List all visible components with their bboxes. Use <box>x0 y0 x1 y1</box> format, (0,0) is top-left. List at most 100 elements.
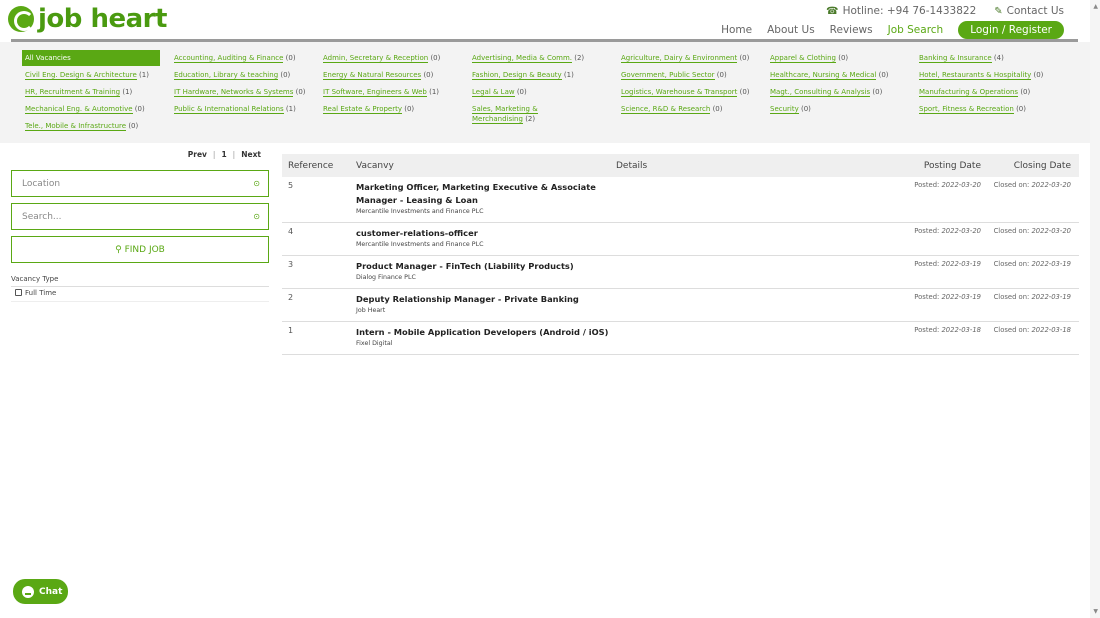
category-link[interactable]: Sport, Fitness & Recreation (0) <box>919 104 1026 114</box>
company-name: Job Heart <box>356 307 386 314</box>
category-link[interactable]: Science, R&D & Research (0) <box>621 104 722 114</box>
vacancy-cell: Deputy Relationship Manager - Private Ba… <box>350 289 616 321</box>
logo[interactable]: job heart <box>8 4 167 34</box>
find-job-button[interactable]: ⚲ FIND JOB <box>11 236 269 263</box>
category-label: Mechanical Eng. & Automotive <box>25 105 133 114</box>
category-link[interactable]: Fashion, Design & Beauty (1) <box>472 70 574 80</box>
category-link[interactable]: Civil Eng. Design & Architecture (1) <box>25 70 149 80</box>
prev-page-link[interactable]: Prev <box>188 150 207 159</box>
category-link[interactable]: Sales, Marketing & Merchandising (2) <box>472 104 538 124</box>
closed-date: 2022-03-18 <box>1031 326 1071 334</box>
vacancy-cell: Product Manager - FinTech (Liability Pro… <box>350 256 616 288</box>
top-contact-bar: ☎ Hotline: +94 76-1433822 ✎ Contact Us <box>826 5 1064 17</box>
category-count: (1) <box>122 88 133 96</box>
category-count: (2) <box>525 115 536 123</box>
category-link[interactable]: Admin, Secretary & Reception (0) <box>323 53 440 63</box>
category-link[interactable]: Logistics, Warehouse & Transport (0) <box>621 87 750 97</box>
category-label: Hotel, Restaurants & Hospitality <box>919 71 1032 80</box>
details-cell <box>616 322 863 354</box>
vacancy-cell: Intern - Mobile Application Developers (… <box>350 322 616 354</box>
phone-icon: ☎ <box>826 6 839 17</box>
table-row[interactable]: 4 customer-relations-officer Mercantile In… <box>282 223 1079 256</box>
category-count: (0) <box>295 88 306 96</box>
login-register-button[interactable]: Login / Register <box>958 21 1064 39</box>
nav-job-search[interactable]: Job Search <box>888 24 944 36</box>
next-page-link[interactable]: Next <box>241 150 261 159</box>
hotline-link[interactable]: ☎ Hotline: +94 76-1433822 <box>826 5 976 17</box>
category-count: (0) <box>1016 105 1026 113</box>
category-link[interactable]: Advertising, Media & Comm. (2) <box>472 53 584 63</box>
chat-button[interactable]: Chat <box>13 579 68 604</box>
category-label: Legal & Law <box>472 88 515 97</box>
category-link[interactable]: Public & International Relations (1) <box>174 104 296 114</box>
category-link[interactable]: Energy & Natural Resources (0) <box>323 70 433 80</box>
location-input[interactable]: Location ⊙ <box>11 170 269 197</box>
category-link[interactable]: Banking & Insurance (4) <box>919 53 1004 63</box>
search-icon: ⚲ <box>115 245 122 255</box>
table-row[interactable]: 5 Marketing Officer, Marketing Executive … <box>282 177 1079 223</box>
pager-separator: | <box>212 150 216 159</box>
table-row[interactable]: 2 Deputy Relationship Manager - Private B… <box>282 289 1079 322</box>
scrollbar[interactable]: ▲ ▼ <box>1090 0 1100 618</box>
scroll-down-icon[interactable]: ▼ <box>1093 608 1098 615</box>
page-number-link[interactable]: 1 <box>221 150 226 159</box>
vacancy-title-link[interactable]: Intern - Mobile Application Developers (… <box>356 326 616 339</box>
category-label: Apparel & Clothing <box>770 54 836 63</box>
full-time-checkbox[interactable]: Full Time <box>11 287 269 302</box>
posted-prefix: Posted: <box>914 227 940 235</box>
posted-date: 2022-03-19 <box>941 260 981 268</box>
category-link[interactable]: HR, Recruitment & Training (1) <box>25 87 132 97</box>
posted-prefix: Posted: <box>914 181 940 189</box>
category-link[interactable]: Apparel & Clothing (0) <box>770 53 848 63</box>
closed-prefix: Closed on: <box>993 326 1030 334</box>
category-label: Government, Public Sector <box>621 71 715 80</box>
category-link[interactable]: Magt., Consulting & Analysis (0) <box>770 87 882 97</box>
category-count: (0) <box>739 88 750 96</box>
category-count: (0) <box>1020 88 1031 96</box>
category-link[interactable]: Accounting, Auditing & Finance (0) <box>174 53 296 63</box>
scroll-up-icon[interactable]: ▲ <box>1093 3 1098 10</box>
category-link[interactable]: Mechanical Eng. & Automotive (0) <box>25 104 145 114</box>
vacancy-cell: customer-relations-officer Mercantile Inv… <box>350 223 616 255</box>
category-panel: All Vacancies Accounting, Auditing & Fin… <box>0 42 1090 143</box>
category-count: (0) <box>1033 71 1044 79</box>
posted-prefix: Posted: <box>914 293 940 301</box>
category-link[interactable]: Manufacturing & Operations (0) <box>919 87 1030 97</box>
nav-reviews[interactable]: Reviews <box>830 24 873 36</box>
category-link[interactable]: Security (0) <box>770 104 811 114</box>
vacancy-title-link[interactable]: Deputy Relationship Manager - Private Ba… <box>356 293 616 306</box>
closed-prefix: Closed on: <box>993 293 1030 301</box>
category-link[interactable]: Legal & Law (0) <box>472 87 527 97</box>
category-all-vacancies[interactable]: All Vacancies <box>22 50 160 66</box>
vacancy-title-link[interactable]: Marketing Officer, Marketing Executive &… <box>356 181 616 207</box>
category-link[interactable]: Tele., Mobile & Infrastructure (0) <box>25 121 138 131</box>
category-link[interactable]: IT Hardware, Networks & Systems (0) <box>174 87 306 97</box>
closed-date: 2022-03-20 <box>1031 181 1071 189</box>
vacancy-title-link[interactable]: customer-relations-officer <box>356 227 616 240</box>
table-row[interactable]: 3 Product Manager - FinTech (Liability Pr… <box>282 256 1079 289</box>
nav-about[interactable]: About Us <box>767 24 815 36</box>
search-input[interactable]: Search... ⊙ <box>11 203 269 230</box>
category-link[interactable]: IT Software, Engineers & Web (1) <box>323 87 439 97</box>
category-label: Security <box>770 105 799 114</box>
category-label: HR, Recruitment & Training <box>25 88 121 97</box>
table-row[interactable]: 1 Intern - Mobile Application Developers … <box>282 322 1079 355</box>
main-nav: Home About Us Reviews Job Search Login /… <box>721 21 1064 39</box>
category-link[interactable]: Real Estate & Property (0) <box>323 104 414 114</box>
header-vacancy: Vacanvy <box>356 160 394 171</box>
category-count: (1) <box>139 71 149 79</box>
category-count: (0) <box>739 54 750 62</box>
category-link[interactable]: Hotel, Restaurants & Hospitality (0) <box>919 70 1043 80</box>
category-count: (1) <box>563 71 574 79</box>
contact-link[interactable]: ✎ Contact Us <box>994 5 1064 17</box>
category-link[interactable]: Healthcare, Nursing & Medical (0) <box>770 70 889 80</box>
find-job-label: FIND JOB <box>124 245 165 255</box>
category-link[interactable]: Government, Public Sector (0) <box>621 70 727 80</box>
category-label: Energy & Natural Resources <box>323 71 422 80</box>
company-name: Mercantile Investments and Finance PLC <box>356 241 484 248</box>
vacancy-title-link[interactable]: Product Manager - FinTech (Liability Pro… <box>356 260 616 273</box>
category-count: (0) <box>712 105 723 113</box>
category-link[interactable]: Agriculture, Dairy & Environment (0) <box>621 53 749 63</box>
nav-home[interactable]: Home <box>721 24 752 36</box>
category-link[interactable]: Education, Library & teaching (0) <box>174 70 290 80</box>
